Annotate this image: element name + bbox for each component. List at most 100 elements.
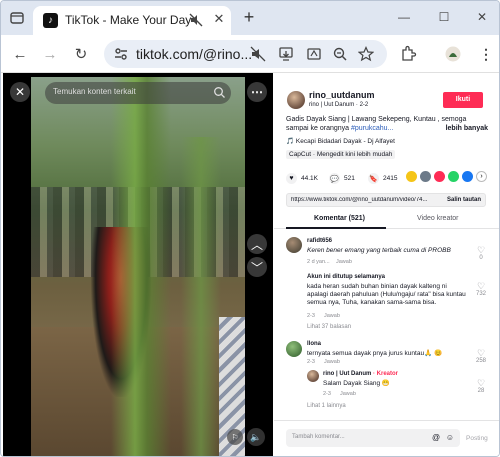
reload-icon[interactable]: ↻ bbox=[72, 45, 90, 63]
author-handle[interactable]: rino_uutdanum bbox=[309, 90, 375, 100]
video-description: Gadis Dayak Siang | Lawang Sekepeng, Kun… bbox=[286, 115, 488, 133]
comment-like-count: 0 bbox=[479, 255, 483, 261]
comment-like-button[interactable]: ♡ 0 bbox=[471, 246, 491, 262]
mute-icon[interactable]: 🔈 bbox=[247, 428, 265, 446]
tiktok-icon: ♪ bbox=[43, 13, 58, 28]
reply-button[interactable]: Jawab bbox=[340, 391, 356, 397]
save-count: 2415 bbox=[383, 175, 398, 182]
share-facebook-icon[interactable] bbox=[462, 171, 473, 182]
chevron-up-icon[interactable]: ︿ bbox=[247, 234, 267, 254]
music-link[interactable]: 🎵 Kecapi Bidadari Dayak - Dj Alfayet bbox=[286, 137, 395, 145]
comment-author[interactable]: Ilona bbox=[307, 341, 321, 347]
tab-creator-videos[interactable]: Video kreator bbox=[417, 215, 459, 222]
emoji-icon[interactable]: ☺ bbox=[445, 433, 455, 443]
view-replies-button[interactable]: Lihat 37 balasan bbox=[307, 324, 351, 330]
tab-list-icon bbox=[10, 12, 24, 24]
follow-button[interactable]: Ikuti bbox=[443, 92, 483, 108]
tab-comments[interactable]: Komentar (521) bbox=[314, 215, 365, 222]
tab-close-icon[interactable]: ✕ bbox=[211, 11, 227, 27]
comment-text: Keren bener emang yang terbaik cuma di P… bbox=[307, 247, 451, 254]
comment-like-button[interactable]: ♡ 258 bbox=[471, 348, 491, 365]
forward-arrow-icon[interactable]: → bbox=[41, 45, 59, 63]
translate-icon[interactable] bbox=[306, 46, 322, 62]
mention-icon[interactable]: @ bbox=[431, 433, 441, 443]
extensions-icon[interactable] bbox=[399, 45, 417, 63]
share-repost-icon[interactable] bbox=[406, 171, 417, 182]
heart-icon: ♡ bbox=[476, 348, 486, 358]
related-search-input[interactable]: Temukan konten terkait bbox=[45, 82, 231, 104]
reply-button[interactable]: Jawab bbox=[324, 359, 340, 365]
comment-input[interactable]: Tambah komentar... @ ☺ bbox=[286, 429, 460, 447]
avatar[interactable] bbox=[286, 341, 302, 357]
share-send-icon[interactable] bbox=[434, 171, 445, 182]
creator-badge: · Kreator bbox=[373, 371, 399, 377]
comment-like-count: 258 bbox=[475, 358, 486, 364]
comment-count: 521 bbox=[344, 175, 355, 182]
share-more-icon[interactable]: › bbox=[476, 171, 487, 182]
post-button[interactable]: Posting bbox=[466, 435, 488, 442]
comment-placeholder: Tambah komentar... bbox=[292, 434, 345, 440]
reply-button[interactable]: Jawab bbox=[324, 313, 340, 319]
chevron-down-icon[interactable]: ﹀ bbox=[247, 257, 267, 277]
video-scene bbox=[181, 137, 221, 456]
browser-menu-icon[interactable]: ⋮ bbox=[477, 45, 495, 63]
share-whatsapp-icon[interactable] bbox=[448, 171, 459, 182]
window-close-icon[interactable]: ✕ bbox=[475, 10, 489, 24]
comment-author[interactable]: Akun ini ditutup selamanya bbox=[307, 274, 385, 280]
profile-avatar-icon[interactable] bbox=[444, 45, 462, 63]
close-icon[interactable]: ✕ bbox=[10, 82, 30, 102]
author-subtitle: rino | Uut Danum · 2-2 bbox=[309, 102, 369, 108]
zoom-out-icon[interactable] bbox=[332, 46, 348, 62]
reply-author[interactable]: rino | Uut Danum · Kreator bbox=[323, 371, 398, 377]
comment-like-button[interactable]: ♡ 28 bbox=[471, 379, 491, 395]
reply-date: 2-3 bbox=[323, 391, 331, 397]
install-app-icon[interactable] bbox=[278, 46, 294, 62]
comment-date: 2-3 bbox=[307, 313, 315, 319]
heart-icon: ♡ bbox=[476, 281, 486, 291]
tab-mute-icon[interactable] bbox=[189, 13, 203, 27]
active-tab-indicator bbox=[286, 227, 386, 229]
like-count: 44.1K bbox=[301, 175, 318, 182]
share-embed-icon[interactable] bbox=[420, 171, 431, 182]
comment-tabs: Komentar (521) Video kreator bbox=[274, 211, 499, 229]
site-info-icon[interactable] bbox=[113, 46, 129, 62]
tab-search-button[interactable] bbox=[7, 8, 27, 28]
video-player[interactable] bbox=[31, 77, 245, 456]
tab-strip: ♪ TikTok - Make Your Day ✕ + — ☐ ✕ bbox=[1, 1, 499, 35]
comment-like-count: 732 bbox=[475, 291, 486, 297]
back-arrow-icon[interactable]: ← bbox=[11, 45, 29, 63]
report-icon[interactable]: ⚐ bbox=[227, 429, 243, 445]
comment-text: ternyata semua dayak pnya jurus kuntau🙏 … bbox=[307, 350, 443, 357]
browser-window: ♪ TikTok - Make Your Day ✕ + — ☐ ✕ ← → ↻… bbox=[0, 0, 500, 457]
like-button[interactable]: ♥ 44.1K bbox=[286, 173, 318, 184]
more-button[interactable]: lebih banyak bbox=[446, 124, 488, 133]
avatar[interactable] bbox=[307, 370, 319, 382]
more-icon[interactable]: ⋯ bbox=[247, 82, 267, 102]
site-muted-icon[interactable] bbox=[250, 46, 266, 62]
search-icon[interactable] bbox=[213, 86, 226, 99]
minimize-icon[interactable]: — bbox=[397, 10, 411, 24]
maximize-icon[interactable]: ☐ bbox=[437, 10, 451, 24]
video-scene bbox=[111, 77, 171, 456]
bookmark-star-icon[interactable] bbox=[358, 46, 374, 62]
comment-date: 2-3 bbox=[307, 359, 315, 365]
view-replies-button[interactable]: Lihat 1 lainnya bbox=[307, 403, 346, 409]
hashtag-link[interactable]: #purukcahu... bbox=[351, 125, 393, 132]
comment-composer: Tambah komentar... @ ☺ Posting bbox=[274, 420, 499, 456]
browser-tab[interactable]: ♪ TikTok - Make Your Day ✕ bbox=[33, 6, 231, 35]
capcut-link[interactable]: CapCut · Mengedit kini lebih mudah bbox=[286, 150, 396, 159]
share-url[interactable]: https://www.tiktok.com/@rino_uutdanum/vi… bbox=[291, 197, 437, 203]
save-button[interactable]: 🔖 2415 bbox=[368, 173, 397, 184]
new-tab-button[interactable]: + bbox=[241, 8, 257, 26]
reply-button[interactable]: Jawab bbox=[336, 259, 352, 265]
avatar[interactable] bbox=[287, 91, 305, 109]
avatar[interactable] bbox=[286, 237, 302, 253]
address-bar[interactable]: tiktok.com/@rino... bbox=[104, 40, 387, 68]
tab-title: TikTok - Make Your Day bbox=[65, 13, 192, 27]
comment-like-button[interactable]: ♡ 732 bbox=[471, 281, 491, 298]
page-content: ✕ Temukan konten terkait ⋯ ︿ ﹀ ⚐ 🔈 rino_… bbox=[1, 73, 499, 456]
browser-toolbar: ← → ↻ tiktok.com/@rino... ⋮ bbox=[1, 35, 499, 73]
comment-button[interactable]: 💬 521 bbox=[329, 173, 355, 184]
comment-author[interactable]: rafidt656 bbox=[307, 238, 332, 244]
copy-link-button[interactable]: Salin tautan bbox=[447, 197, 481, 203]
